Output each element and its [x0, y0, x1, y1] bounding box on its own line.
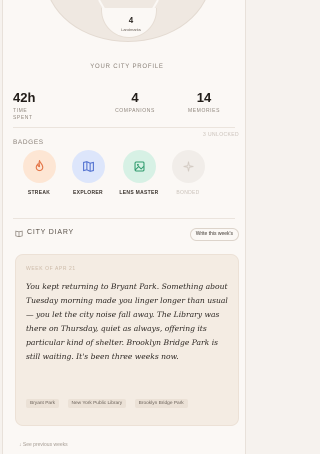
stat-value: 42h: [13, 90, 36, 105]
profile-screen: 4 Landmarks YOUR CITY PROFILE 42h TIME S…: [2, 0, 246, 454]
badges-unlocked-count: 3 UNLOCKED: [203, 132, 239, 138]
divider: [13, 218, 235, 219]
badge-circle: [22, 150, 56, 183]
image-icon: [134, 161, 144, 172]
badges-header: BADGES 3 UNLOCKED: [13, 131, 239, 149]
badge-name: STREAK: [27, 190, 51, 196]
badge-streak[interactable]: STREAK: [15, 150, 63, 196]
stat-label: MEMORIES: [187, 108, 221, 114]
stat-value: 4: [131, 90, 139, 105]
badges-title: BADGES: [13, 139, 44, 146]
stat-value: 14: [196, 90, 212, 105]
badge-circle: [122, 150, 156, 183]
badge-name: BONDED: [176, 190, 200, 196]
diary-entry-text: You kept returning to Bryant Park. Somet…: [26, 282, 228, 361]
badge-circle: [71, 150, 105, 183]
badge-explorer[interactable]: EXPLORER: [64, 150, 112, 196]
badge-name: LENS MASTER: [119, 190, 159, 196]
place-tag[interactable]: New York Public Library: [67, 399, 127, 408]
city-diary-title: CITY DIARY: [27, 229, 75, 236]
see-previous-weeks-link[interactable]: ↓ See previous weeks: [19, 442, 68, 448]
stat-companions: 4 COMPANIONS: [106, 90, 164, 115]
stat-memories: 14 MEMORIES: [175, 90, 233, 115]
badge-circle: [171, 150, 205, 183]
week-label: WEEK OF APR 21: [26, 266, 76, 272]
sparkle-icon: [183, 161, 193, 172]
map-icon: [82, 161, 94, 172]
write-entry-button[interactable]: Write this week's: [189, 228, 239, 241]
landmarks-label: Landmarks: [121, 27, 141, 32]
badge-name: EXPLORER: [73, 190, 103, 196]
stat-time-spent: 42h TIME SPENT: [13, 90, 35, 122]
flame-icon: [35, 160, 43, 172]
diary-entry-card: WEEK OF APR 21 You kept returning to Bry…: [15, 254, 239, 426]
profile-heading: YOUR CITY PROFILE: [90, 64, 164, 70]
badge-lens-master[interactable]: LENS MASTER: [115, 150, 163, 196]
divider: [13, 127, 235, 128]
place-tag[interactable]: Bryant Park: [26, 399, 60, 408]
city-diary-header: CITY DIARY Write this week's: [15, 228, 239, 241]
book-icon: [15, 230, 23, 237]
stat-label: COMPANIONS: [115, 108, 155, 114]
badge-bonded[interactable]: BONDED: [164, 150, 212, 196]
place-tags: Bryant Park New York Public Library Broo…: [26, 391, 232, 412]
place-tag[interactable]: Brooklyn Bridge Park: [134, 399, 188, 408]
stat-label: TIME SPENT: [13, 108, 33, 121]
landmarks-count: 4: [128, 16, 134, 25]
